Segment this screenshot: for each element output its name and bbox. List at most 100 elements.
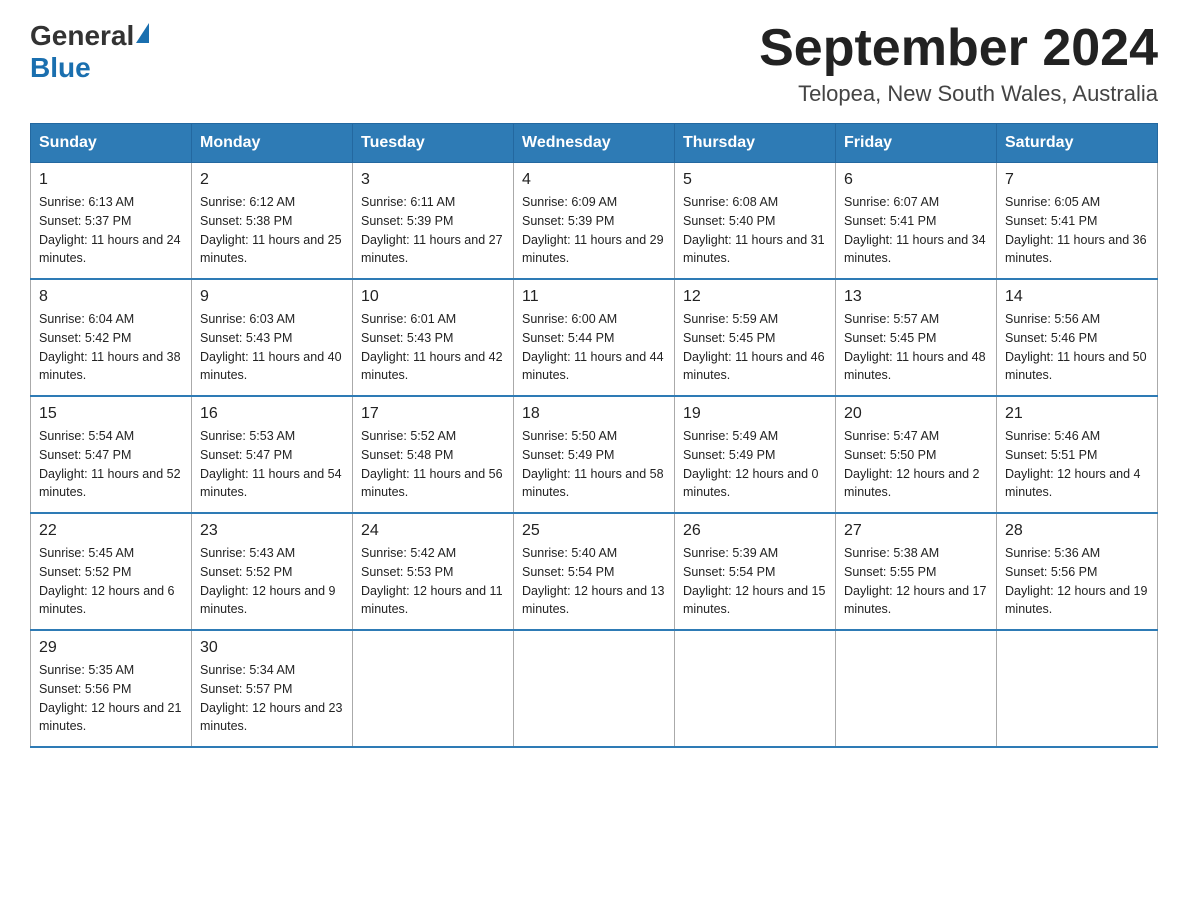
day-info: Sunrise: 6:08 AM Sunset: 5:40 PM Dayligh… — [683, 193, 827, 268]
table-row: 8 Sunrise: 6:04 AM Sunset: 5:42 PM Dayli… — [31, 279, 192, 396]
table-row: 23 Sunrise: 5:43 AM Sunset: 5:52 PM Dayl… — [192, 513, 353, 630]
day-info: Sunrise: 5:34 AM Sunset: 5:57 PM Dayligh… — [200, 661, 344, 736]
day-number: 15 — [39, 405, 183, 423]
day-info: Sunrise: 5:45 AM Sunset: 5:52 PM Dayligh… — [39, 544, 183, 619]
day-info: Sunrise: 5:46 AM Sunset: 5:51 PM Dayligh… — [1005, 427, 1149, 502]
page-header: General Blue September 2024 Telopea, New… — [30, 20, 1158, 107]
day-info: Sunrise: 6:13 AM Sunset: 5:37 PM Dayligh… — [39, 193, 183, 268]
table-row: 2 Sunrise: 6:12 AM Sunset: 5:38 PM Dayli… — [192, 163, 353, 280]
table-row: 18 Sunrise: 5:50 AM Sunset: 5:49 PM Dayl… — [514, 396, 675, 513]
day-number: 23 — [200, 522, 344, 540]
table-row — [514, 630, 675, 747]
day-number: 12 — [683, 288, 827, 306]
day-number: 22 — [39, 522, 183, 540]
header-monday: Monday — [192, 124, 353, 163]
header-sunday: Sunday — [31, 124, 192, 163]
header-tuesday: Tuesday — [353, 124, 514, 163]
calendar-week-row: 8 Sunrise: 6:04 AM Sunset: 5:42 PM Dayli… — [31, 279, 1158, 396]
logo-text: General Blue — [30, 20, 149, 84]
table-row: 13 Sunrise: 5:57 AM Sunset: 5:45 PM Dayl… — [836, 279, 997, 396]
day-info: Sunrise: 5:52 AM Sunset: 5:48 PM Dayligh… — [361, 427, 505, 502]
day-number: 18 — [522, 405, 666, 423]
table-row: 26 Sunrise: 5:39 AM Sunset: 5:54 PM Dayl… — [675, 513, 836, 630]
calendar-table: Sunday Monday Tuesday Wednesday Thursday… — [30, 123, 1158, 748]
table-row: 14 Sunrise: 5:56 AM Sunset: 5:46 PM Dayl… — [997, 279, 1158, 396]
table-row: 25 Sunrise: 5:40 AM Sunset: 5:54 PM Dayl… — [514, 513, 675, 630]
table-row: 21 Sunrise: 5:46 AM Sunset: 5:51 PM Dayl… — [997, 396, 1158, 513]
day-info: Sunrise: 5:57 AM Sunset: 5:45 PM Dayligh… — [844, 310, 988, 385]
day-info: Sunrise: 6:05 AM Sunset: 5:41 PM Dayligh… — [1005, 193, 1149, 268]
day-number: 10 — [361, 288, 505, 306]
day-number: 1 — [39, 171, 183, 189]
calendar-week-row: 15 Sunrise: 5:54 AM Sunset: 5:47 PM Dayl… — [31, 396, 1158, 513]
table-row: 27 Sunrise: 5:38 AM Sunset: 5:55 PM Dayl… — [836, 513, 997, 630]
day-number: 11 — [522, 288, 666, 306]
table-row — [997, 630, 1158, 747]
table-row: 30 Sunrise: 5:34 AM Sunset: 5:57 PM Dayl… — [192, 630, 353, 747]
table-row: 22 Sunrise: 5:45 AM Sunset: 5:52 PM Dayl… — [31, 513, 192, 630]
day-info: Sunrise: 5:56 AM Sunset: 5:46 PM Dayligh… — [1005, 310, 1149, 385]
day-number: 7 — [1005, 171, 1149, 189]
title-area: September 2024 Telopea, New South Wales,… — [759, 20, 1158, 107]
logo: General Blue — [30, 20, 149, 84]
day-info: Sunrise: 5:39 AM Sunset: 5:54 PM Dayligh… — [683, 544, 827, 619]
day-info: Sunrise: 5:54 AM Sunset: 5:47 PM Dayligh… — [39, 427, 183, 502]
table-row: 1 Sunrise: 6:13 AM Sunset: 5:37 PM Dayli… — [31, 163, 192, 280]
table-row: 12 Sunrise: 5:59 AM Sunset: 5:45 PM Dayl… — [675, 279, 836, 396]
day-number: 2 — [200, 171, 344, 189]
calendar-week-row: 22 Sunrise: 5:45 AM Sunset: 5:52 PM Dayl… — [31, 513, 1158, 630]
day-number: 24 — [361, 522, 505, 540]
day-info: Sunrise: 5:38 AM Sunset: 5:55 PM Dayligh… — [844, 544, 988, 619]
day-info: Sunrise: 6:03 AM Sunset: 5:43 PM Dayligh… — [200, 310, 344, 385]
table-row: 7 Sunrise: 6:05 AM Sunset: 5:41 PM Dayli… — [997, 163, 1158, 280]
day-number: 5 — [683, 171, 827, 189]
day-info: Sunrise: 5:59 AM Sunset: 5:45 PM Dayligh… — [683, 310, 827, 385]
day-number: 6 — [844, 171, 988, 189]
day-number: 20 — [844, 405, 988, 423]
day-number: 25 — [522, 522, 666, 540]
day-number: 29 — [39, 639, 183, 657]
day-number: 21 — [1005, 405, 1149, 423]
day-number: 26 — [683, 522, 827, 540]
day-info: Sunrise: 5:49 AM Sunset: 5:49 PM Dayligh… — [683, 427, 827, 502]
day-number: 9 — [200, 288, 344, 306]
day-info: Sunrise: 5:53 AM Sunset: 5:47 PM Dayligh… — [200, 427, 344, 502]
day-number: 13 — [844, 288, 988, 306]
day-number: 8 — [39, 288, 183, 306]
day-info: Sunrise: 6:01 AM Sunset: 5:43 PM Dayligh… — [361, 310, 505, 385]
day-info: Sunrise: 5:36 AM Sunset: 5:56 PM Dayligh… — [1005, 544, 1149, 619]
day-info: Sunrise: 5:47 AM Sunset: 5:50 PM Dayligh… — [844, 427, 988, 502]
header-friday: Friday — [836, 124, 997, 163]
header-thursday: Thursday — [675, 124, 836, 163]
day-info: Sunrise: 6:07 AM Sunset: 5:41 PM Dayligh… — [844, 193, 988, 268]
month-title: September 2024 — [759, 20, 1158, 77]
table-row: 10 Sunrise: 6:01 AM Sunset: 5:43 PM Dayl… — [353, 279, 514, 396]
day-info: Sunrise: 6:00 AM Sunset: 5:44 PM Dayligh… — [522, 310, 666, 385]
day-number: 30 — [200, 639, 344, 657]
day-number: 16 — [200, 405, 344, 423]
logo-triangle-icon — [136, 23, 149, 43]
day-info: Sunrise: 5:35 AM Sunset: 5:56 PM Dayligh… — [39, 661, 183, 736]
table-row: 16 Sunrise: 5:53 AM Sunset: 5:47 PM Dayl… — [192, 396, 353, 513]
table-row: 15 Sunrise: 5:54 AM Sunset: 5:47 PM Dayl… — [31, 396, 192, 513]
calendar-week-row: 1 Sunrise: 6:13 AM Sunset: 5:37 PM Dayli… — [31, 163, 1158, 280]
table-row: 5 Sunrise: 6:08 AM Sunset: 5:40 PM Dayli… — [675, 163, 836, 280]
day-info: Sunrise: 6:09 AM Sunset: 5:39 PM Dayligh… — [522, 193, 666, 268]
table-row — [675, 630, 836, 747]
table-row: 11 Sunrise: 6:00 AM Sunset: 5:44 PM Dayl… — [514, 279, 675, 396]
day-info: Sunrise: 5:50 AM Sunset: 5:49 PM Dayligh… — [522, 427, 666, 502]
day-number: 27 — [844, 522, 988, 540]
table-row — [836, 630, 997, 747]
table-row: 17 Sunrise: 5:52 AM Sunset: 5:48 PM Dayl… — [353, 396, 514, 513]
day-info: Sunrise: 6:11 AM Sunset: 5:39 PM Dayligh… — [361, 193, 505, 268]
table-row: 29 Sunrise: 5:35 AM Sunset: 5:56 PM Dayl… — [31, 630, 192, 747]
table-row — [353, 630, 514, 747]
day-number: 19 — [683, 405, 827, 423]
day-info: Sunrise: 5:43 AM Sunset: 5:52 PM Dayligh… — [200, 544, 344, 619]
day-number: 3 — [361, 171, 505, 189]
day-number: 14 — [1005, 288, 1149, 306]
day-info: Sunrise: 5:42 AM Sunset: 5:53 PM Dayligh… — [361, 544, 505, 619]
table-row: 3 Sunrise: 6:11 AM Sunset: 5:39 PM Dayli… — [353, 163, 514, 280]
logo-blue-text: Blue — [30, 52, 91, 83]
table-row: 24 Sunrise: 5:42 AM Sunset: 5:53 PM Dayl… — [353, 513, 514, 630]
